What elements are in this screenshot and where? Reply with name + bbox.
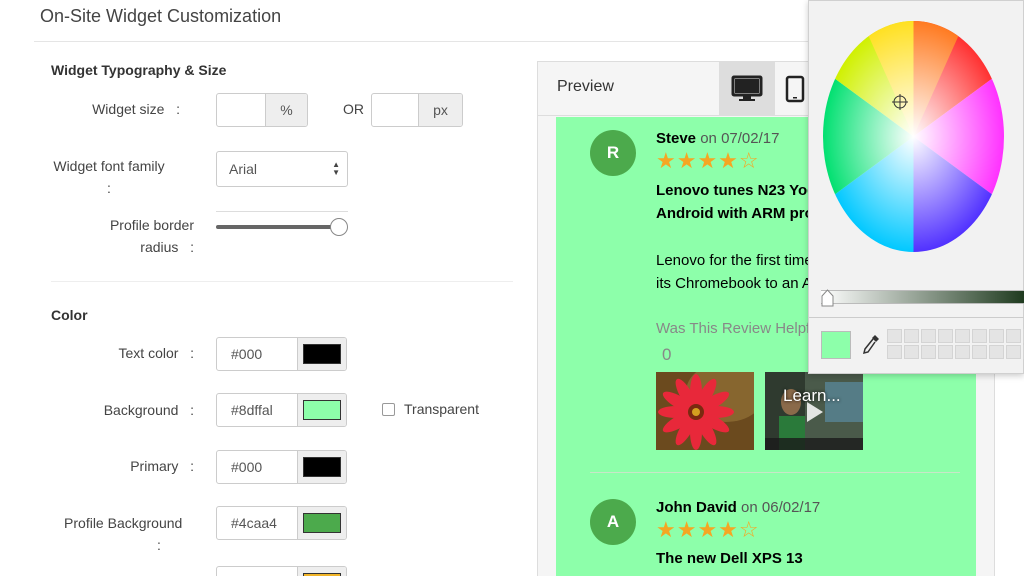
- saved-color-slot[interactable]: [1006, 329, 1021, 343]
- review-video-thumbnail[interactable]: Learn...: [765, 372, 863, 450]
- color-wheel[interactable]: [823, 21, 1004, 252]
- widget-size-percent-group: %: [216, 93, 308, 127]
- font-family-select[interactable]: Arial ▲ ▼: [216, 151, 348, 187]
- select-arrows-icon: ▲ ▼: [332, 160, 340, 177]
- current-color-swatch: [821, 331, 851, 359]
- next-color-swatch-button[interactable]: [297, 567, 346, 576]
- preview-title: Preview: [557, 78, 614, 95]
- background-swatch-button[interactable]: [297, 394, 346, 426]
- background-label: Background :: [103, 402, 194, 418]
- review-helpful-question: Was This Review Helpful?: [656, 320, 831, 337]
- eyedropper-icon[interactable]: [861, 333, 881, 357]
- background-field: #8dffal: [216, 393, 347, 427]
- desktop-icon: [731, 75, 763, 101]
- section-heading-color: Color: [51, 307, 88, 323]
- saved-color-slot[interactable]: [904, 345, 919, 359]
- saved-color-slot[interactable]: [904, 329, 919, 343]
- transparent-checkbox[interactable]: [382, 403, 395, 416]
- section-divider: [51, 281, 513, 282]
- review-date: on 07/02/17: [700, 130, 780, 147]
- text-color-input[interactable]: #000: [217, 338, 297, 370]
- avatar: A: [590, 499, 636, 545]
- saved-color-slot[interactable]: [921, 345, 936, 359]
- primary-label: Primary :: [130, 458, 194, 474]
- review-date: on 06/02/17: [741, 499, 821, 516]
- next-color-field: [216, 566, 347, 576]
- review-stars: ★★★★☆: [656, 148, 760, 173]
- profile-background-input[interactable]: #4caa4: [217, 507, 297, 539]
- text-color-swatch-button[interactable]: [297, 338, 346, 370]
- saved-color-slot[interactable]: [972, 345, 987, 359]
- color-picker-popup: [808, 0, 1024, 374]
- next-color-input[interactable]: [217, 567, 297, 576]
- saved-color-slot[interactable]: [887, 345, 902, 359]
- saved-color-slot[interactable]: [887, 329, 902, 343]
- profile-background-swatch: [303, 513, 341, 533]
- px-addon: px: [418, 94, 462, 126]
- saved-color-slot[interactable]: [955, 329, 970, 343]
- widget-size-px-input[interactable]: [372, 94, 418, 126]
- border-radius-slider-track[interactable]: [216, 225, 340, 229]
- font-family-label: Widget font family :: [53, 158, 165, 196]
- saved-color-slot[interactable]: [972, 329, 987, 343]
- review-author: John David on 06/02/17: [656, 499, 821, 516]
- saved-color-slot[interactable]: [938, 345, 953, 359]
- review-helpful-count[interactable]: 0: [662, 345, 671, 365]
- tablet-icon: [785, 75, 805, 103]
- saved-color-slot[interactable]: [938, 329, 953, 343]
- profile-background-swatch-button[interactable]: [297, 507, 346, 539]
- widget-size-px-group: px: [371, 93, 463, 127]
- saved-color-slot[interactable]: [989, 345, 1004, 359]
- primary-swatch-button[interactable]: [297, 451, 346, 483]
- or-label: OR: [343, 101, 364, 117]
- widget-size-label: Widget size :: [92, 101, 180, 117]
- text-color-label: Text color :: [118, 345, 194, 361]
- section-heading-typography: Widget Typography & Size: [51, 62, 227, 78]
- review-divider: [590, 472, 960, 473]
- slider-top-line: [216, 211, 348, 212]
- review-author: Steve on 07/02/17: [656, 130, 780, 147]
- desktop-view-button[interactable]: [719, 62, 775, 116]
- brightness-slider[interactable]: [821, 290, 1024, 304]
- border-radius-slider-thumb[interactable]: [330, 218, 348, 236]
- saved-color-slot[interactable]: [989, 329, 1004, 343]
- review-title: The new Dell XPS 13: [656, 550, 803, 567]
- primary-swatch: [303, 457, 341, 477]
- text-color-field: #000: [216, 337, 347, 371]
- percent-addon: %: [265, 94, 307, 126]
- brightness-handle-icon[interactable]: [821, 289, 834, 307]
- page-title: On-Site Widget Customization: [40, 6, 282, 26]
- transparent-label: Transparent: [404, 401, 479, 417]
- primary-input[interactable]: #000: [217, 451, 297, 483]
- profile-background-label: Profile Background :: [64, 515, 183, 553]
- primary-field: #000: [216, 450, 347, 484]
- background-input[interactable]: #8dffal: [217, 394, 297, 426]
- video-title: Learn...: [783, 386, 841, 405]
- saved-color-slot[interactable]: [1006, 345, 1021, 359]
- review-stars: ★★★★☆: [656, 517, 760, 542]
- text-color-swatch: [303, 344, 341, 364]
- picker-separator: [809, 317, 1024, 318]
- avatar: R: [590, 130, 636, 176]
- profile-background-field: #4caa4: [216, 506, 347, 540]
- background-swatch: [303, 400, 341, 420]
- saved-color-slot[interactable]: [921, 329, 936, 343]
- border-radius-label: Profile border radius :: [109, 217, 194, 255]
- saved-colors-grid: [887, 329, 1024, 359]
- widget-size-percent-input[interactable]: [217, 94, 265, 126]
- saved-color-slot[interactable]: [955, 345, 970, 359]
- review-photo-thumbnail[interactable]: [656, 372, 754, 450]
- title-divider: [34, 41, 824, 42]
